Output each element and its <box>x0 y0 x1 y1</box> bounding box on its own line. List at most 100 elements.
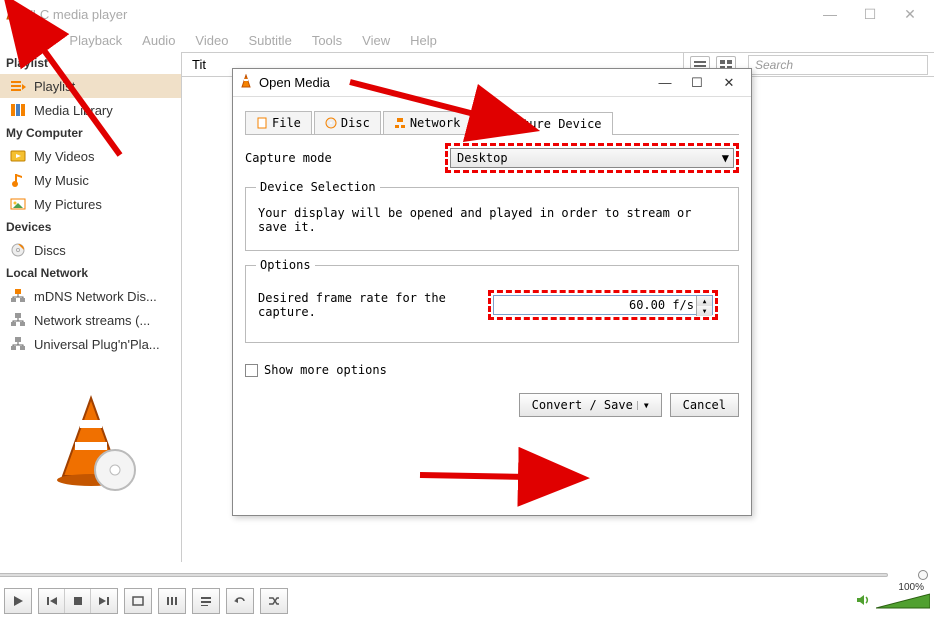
album-art-placeholder <box>0 380 181 503</box>
menu-media[interactable]: Media <box>4 33 59 48</box>
volume-control: 100% <box>856 592 930 610</box>
sidebar-item-playlist[interactable]: Playlist <box>0 74 181 98</box>
frame-rate-spinner[interactable]: 60.00 f/s ▲▼ <box>493 295 713 315</box>
sidebar-item-network-streams[interactable]: Network streams (... <box>0 308 181 332</box>
tab-disc[interactable]: Disc <box>314 111 381 134</box>
maximize-button[interactable]: ☐ <box>850 6 890 23</box>
dialog-title: Open Media <box>259 75 649 90</box>
dialog-body: File Disc Network Capture Device Capture… <box>233 97 751 427</box>
dialog-minimize-button[interactable]: — <box>649 75 681 90</box>
sidebar-item-label: My Music <box>34 173 89 188</box>
menu-video[interactable]: Video <box>185 33 238 48</box>
sidebar-item-my-music[interactable]: My Music <box>0 168 181 192</box>
previous-button[interactable] <box>39 589 65 613</box>
menu-tools[interactable]: Tools <box>302 33 352 48</box>
spinner-up-icon: ▲ <box>697 296 712 306</box>
file-icon <box>256 117 268 129</box>
menu-bar: Media Playback Audio Video Subtitle Tool… <box>0 28 934 52</box>
fullscreen-button[interactable] <box>124 588 152 614</box>
sidebar-item-mdns[interactable]: mDNS Network Dis... <box>0 284 181 308</box>
menu-subtitle[interactable]: Subtitle <box>238 33 301 48</box>
capture-icon <box>484 118 496 130</box>
open-media-dialog: Open Media — ☐ ✕ File Disc Network Captu… <box>232 68 752 516</box>
show-more-options-label: Show more options <box>264 363 387 377</box>
show-more-options-row: Show more options <box>245 363 739 377</box>
sidebar-item-label: Playlist <box>34 79 75 94</box>
device-selection-legend: Device Selection <box>256 180 380 194</box>
frame-rate-label: Desired frame rate for the capture. <box>258 291 488 319</box>
stop-button[interactable] <box>65 589 91 613</box>
video-folder-icon <box>10 148 26 164</box>
chevron-down-icon: ▼ <box>637 401 649 410</box>
cancel-button[interactable]: Cancel <box>670 393 739 417</box>
menu-audio[interactable]: Audio <box>132 33 185 48</box>
minimize-button[interactable]: — <box>810 6 850 22</box>
show-more-options-checkbox[interactable] <box>245 364 258 377</box>
sidebar-item-label: mDNS Network Dis... <box>34 289 157 304</box>
tab-capture-device[interactable]: Capture Device <box>473 112 612 135</box>
spinner-buttons[interactable]: ▲▼ <box>696 296 712 316</box>
seek-knob-icon[interactable] <box>918 570 928 580</box>
spinner-down-icon: ▼ <box>697 306 712 316</box>
extended-settings-button[interactable] <box>158 588 186 614</box>
volume-slider[interactable]: 100% <box>876 592 930 610</box>
options-legend: Options <box>256 258 315 272</box>
chevron-down-icon: ▼ <box>722 151 729 165</box>
disc-icon <box>325 117 337 129</box>
device-selection-fieldset: Device Selection Your display will be op… <box>245 187 739 251</box>
menu-help[interactable]: Help <box>400 33 447 48</box>
sidebar-item-label: Media Library <box>34 103 113 118</box>
network-icon <box>10 288 26 304</box>
sidebar-item-label: My Pictures <box>34 197 102 212</box>
sidebar-item-label: Universal Plug'n'Pla... <box>34 337 160 352</box>
sidebar-item-my-pictures[interactable]: My Pictures <box>0 192 181 216</box>
music-icon <box>10 172 26 188</box>
network-icon <box>394 117 406 129</box>
sidebar: Playlist Playlist Media Library My Compu… <box>0 52 182 562</box>
capture-mode-select[interactable]: Desktop ▼ <box>450 148 734 168</box>
shuffle-button[interactable] <box>260 588 288 614</box>
window-title: VLC media player <box>24 7 810 22</box>
dialog-close-button[interactable]: ✕ <box>713 75 745 91</box>
sidebar-item-discs[interactable]: Discs <box>0 238 181 262</box>
network-icon <box>10 312 26 328</box>
close-button[interactable]: ✕ <box>890 6 930 23</box>
menu-view[interactable]: View <box>352 33 400 48</box>
playlist-icon <box>10 78 26 94</box>
tab-file[interactable]: File <box>245 111 312 134</box>
dialog-maximize-button[interactable]: ☐ <box>681 75 713 91</box>
sidebar-item-my-videos[interactable]: My Videos <box>0 144 181 168</box>
pictures-icon <box>10 196 26 212</box>
loop-button[interactable] <box>226 588 254 614</box>
next-button[interactable] <box>91 589 117 613</box>
sidebar-header-playlist: Playlist <box>0 52 181 74</box>
sidebar-item-label: My Videos <box>34 149 94 164</box>
options-fieldset: Options Desired frame rate for the captu… <box>245 265 739 343</box>
vlc-cone-icon <box>4 6 18 23</box>
search-input[interactable]: Search <box>748 55 928 75</box>
sidebar-header-localnetwork: Local Network <box>0 262 181 284</box>
volume-label: 100% <box>898 582 924 593</box>
sidebar-item-upnp[interactable]: Universal Plug'n'Pla... <box>0 332 181 356</box>
skip-controls <box>38 588 118 614</box>
sidebar-header-devices: Devices <box>0 216 181 238</box>
capture-mode-row: Capture mode Desktop ▼ <box>245 143 739 173</box>
media-library-icon <box>10 102 26 118</box>
seek-bar[interactable] <box>6 568 928 582</box>
speaker-icon[interactable] <box>856 593 872 610</box>
play-button[interactable] <box>4 588 32 614</box>
sidebar-header-mycomputer: My Computer <box>0 122 181 144</box>
playlist-toggle-button[interactable] <box>192 588 220 614</box>
menu-playback[interactable]: Playback <box>59 33 132 48</box>
sidebar-item-label: Network streams (... <box>34 313 150 328</box>
tab-network[interactable]: Network <box>383 111 472 134</box>
network-icon <box>10 336 26 352</box>
disc-icon <box>10 242 26 258</box>
convert-save-button[interactable]: Convert / Save ▼ <box>519 393 662 417</box>
sidebar-item-media-library[interactable]: Media Library <box>0 98 181 122</box>
window-titlebar: VLC media player — ☐ ✕ <box>0 0 934 28</box>
dialog-buttons: Convert / Save ▼ Cancel <box>245 393 739 417</box>
vlc-cone-icon <box>239 74 253 91</box>
device-selection-text: Your display will be opened and played i… <box>258 206 726 234</box>
dialog-tabs: File Disc Network Capture Device <box>245 111 739 135</box>
